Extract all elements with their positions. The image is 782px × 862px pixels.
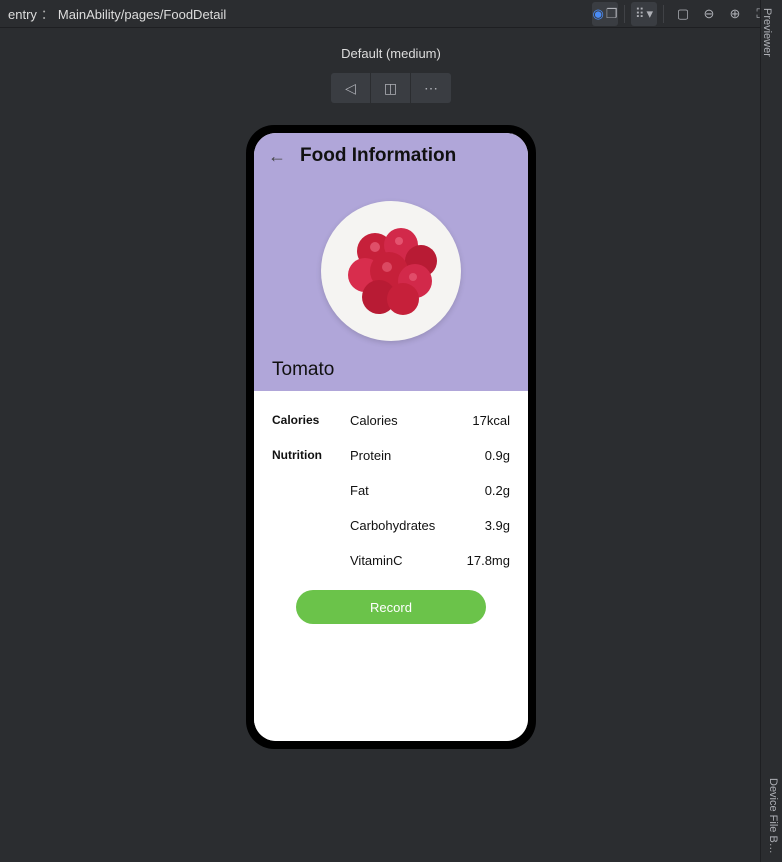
- food-image-wrap: [268, 201, 514, 341]
- section-empty: [272, 518, 342, 533]
- toolbar-divider: [624, 5, 625, 23]
- arrow-left-icon: ←: [268, 146, 286, 166]
- zoom-out-icon: ⊖: [704, 6, 715, 22]
- breadcrumb-sep: ：: [41, 7, 54, 22]
- nutrient-value: 17.8mg: [467, 553, 510, 568]
- section-nutrition-label: Nutrition: [272, 448, 342, 463]
- zoom-in-button[interactable]: ⊕: [722, 2, 748, 26]
- device-frame: ← Food Information: [246, 125, 536, 749]
- section-calories-label: Calories: [272, 413, 342, 428]
- layers-icon: ❐: [606, 6, 618, 22]
- zoom-out-button[interactable]: ⊖: [696, 2, 722, 26]
- toolbar-icons: ◉ ❐ ⠿ ▾ ▢ ⊖ ⊕ ⛶: [592, 2, 774, 26]
- breadcrumb-path: MainAbility/pages/FoodDetail: [58, 7, 226, 22]
- food-name: Tomato: [268, 359, 514, 381]
- zoom-in-icon: ⊕: [730, 6, 741, 22]
- more-mode-button[interactable]: ⋯: [411, 73, 451, 103]
- preview-mode-toolbar: ◁ ◫ ⋯: [331, 73, 451, 103]
- split-mode-button[interactable]: ◫: [371, 73, 411, 103]
- crop-icon: ▢: [677, 6, 689, 22]
- grid-dropdown[interactable]: ⠿ ▾: [631, 2, 657, 26]
- device-screen: ← Food Information: [254, 133, 528, 741]
- page-title: Food Information: [300, 145, 456, 167]
- crop-button[interactable]: ▢: [670, 2, 696, 26]
- nutrient-name: Fat: [350, 483, 459, 498]
- section-empty: [272, 483, 342, 498]
- more-icon: ⋯: [424, 80, 438, 97]
- nutrient-name: Carbohydrates: [350, 518, 459, 533]
- app-titlebar: ← Food Information: [268, 145, 514, 167]
- nutrient-name: VitaminC: [350, 553, 459, 568]
- nutrition-grid: Calories Calories 17kcal Nutrition Prote…: [272, 413, 510, 568]
- preview-canvas: Default (medium) ◁ ◫ ⋯ ← Food Informatio…: [0, 28, 782, 862]
- food-plate: [321, 201, 461, 341]
- app-body: Calories Calories 17kcal Nutrition Prote…: [254, 391, 528, 741]
- record-button-label: Record: [370, 600, 412, 615]
- tomato-image: [331, 211, 451, 331]
- view-mode-toggle[interactable]: ◉ ❐: [592, 2, 618, 26]
- record-button[interactable]: Record: [296, 590, 486, 624]
- triangle-left-icon: ◁: [345, 80, 356, 97]
- back-button[interactable]: ←: [268, 146, 286, 167]
- grid-icon: ⠿: [635, 6, 645, 22]
- nutrient-value: 0.2g: [467, 483, 510, 498]
- chevron-down-icon: ▾: [647, 6, 654, 22]
- eye-icon: ◉: [593, 6, 604, 22]
- nutrient-name: Protein: [350, 448, 459, 463]
- device-profile-label: Default (medium): [341, 46, 441, 61]
- nutrient-value: 17kcal: [467, 413, 510, 428]
- back-mode-button[interactable]: ◁: [331, 73, 371, 103]
- split-icon: ◫: [384, 80, 397, 97]
- nutrient-value: 3.9g: [467, 518, 510, 533]
- nutrient-value: 0.9g: [467, 448, 510, 463]
- app-header: ← Food Information: [254, 133, 528, 391]
- toolbar-divider: [663, 5, 664, 23]
- breadcrumb-root: entry: [8, 7, 37, 22]
- nutrient-name: Calories: [350, 413, 459, 428]
- section-empty: [272, 553, 342, 568]
- breadcrumb: entry ： MainAbility/pages/FoodDetail: [8, 4, 592, 23]
- ide-top-bar: entry ： MainAbility/pages/FoodDetail ◉ ❐ ⠿…: [0, 0, 782, 28]
